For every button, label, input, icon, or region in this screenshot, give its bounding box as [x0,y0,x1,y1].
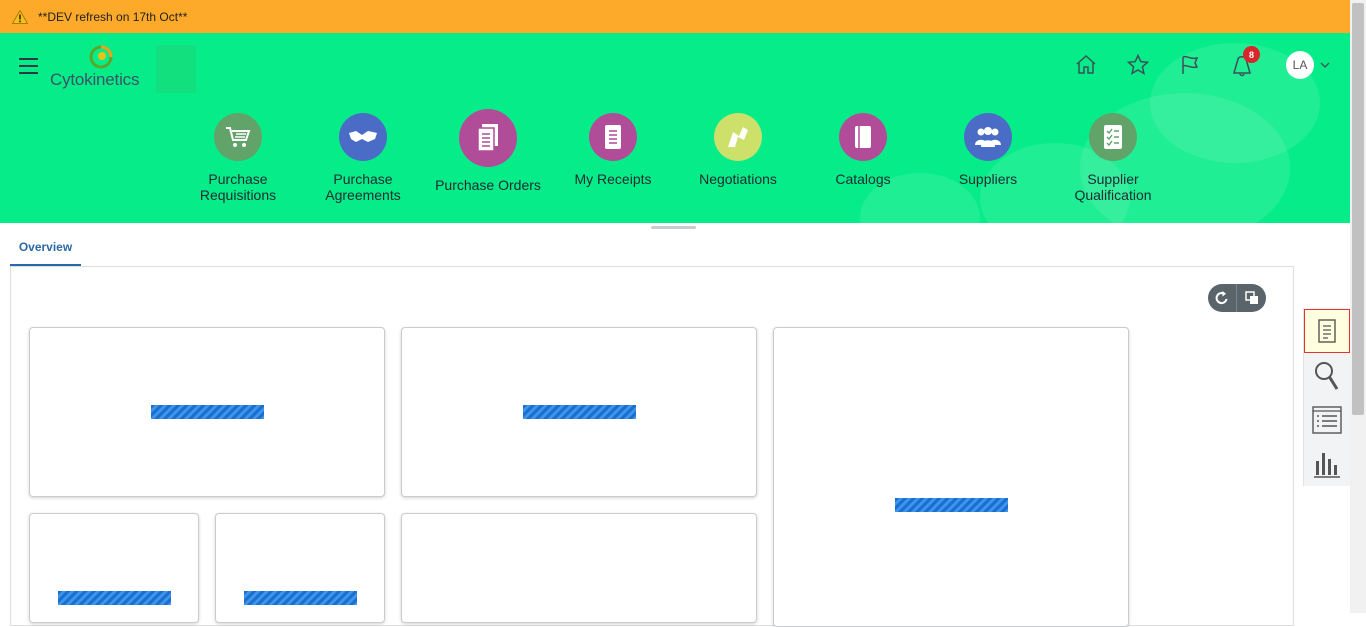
app-suppliers[interactable]: Suppliers [928,113,1048,187]
tasks-icon [1318,319,1336,343]
app-purchase-orders[interactable]: Purchase Orders [428,109,548,193]
bar-chart-icon [1314,453,1340,478]
documents-icon [459,109,517,167]
panel-toolbar [1208,284,1266,312]
app-purchase-agreements[interactable]: Purchase Agreements [303,113,423,203]
refresh-button[interactable] [1208,284,1237,312]
dev-banner: **DEV refresh on 17th Oct** [0,0,1350,33]
copy-button[interactable] [1237,284,1266,312]
people-icon [964,113,1012,161]
checklist-icon [1089,113,1137,161]
infolet-card[interactable] [773,327,1129,627]
chevron-down-icon[interactable] [1320,60,1330,70]
refresh-icon [1215,291,1228,305]
catalog-icon [839,113,887,161]
infolet-card[interactable] [29,513,199,623]
app-label: Negotiations [699,171,777,187]
infolet-card[interactable] [215,513,385,623]
app-purchase-requisitions[interactable]: Purchase Requisitions [178,113,298,203]
app-label: Purchase Orders [435,177,541,193]
tab-overview[interactable]: Overview [10,233,81,267]
receipt-icon [589,113,637,161]
app-label: Purchase Agreements [325,171,401,203]
springboard-header: Cytokinetics 8 LA Purchase Requisitions … [0,33,1350,223]
loading-indicator [895,498,1008,512]
app-label: Purchase Requisitions [199,171,277,203]
app-my-receipts[interactable]: My Receipts [553,113,673,187]
loading-indicator [523,405,636,419]
app-negotiations[interactable]: Negotiations [678,113,798,187]
global-header-icons: 8 LA [1046,46,1330,79]
scrollbar-thumb[interactable] [1352,3,1364,415]
negotiation-icon [714,113,762,161]
infolet-card[interactable] [401,327,757,497]
analytics-button[interactable] [1304,442,1350,486]
navigator-menu-button[interactable] [19,58,38,74]
brand-name: Cytokinetics [50,70,140,89]
loading-indicator [244,591,357,605]
list-icon [1312,406,1342,434]
app-label: My Receipts [574,171,652,187]
app-label: Supplier Qualification [1074,171,1152,203]
notifications-button[interactable]: 8 [1230,46,1260,77]
loading-indicator [151,405,264,419]
user-avatar[interactable]: LA [1286,51,1314,79]
collapse-handle[interactable] [651,226,696,229]
handshake-icon [339,113,387,161]
watchlist-flag-icon[interactable] [1178,53,1202,77]
app-supplier-qualification[interactable]: Supplier Qualification [1053,113,1173,203]
side-panel-rail [1303,308,1350,486]
home-icon[interactable] [1074,53,1098,77]
infolet-card[interactable] [401,513,757,623]
loading-indicator [58,591,171,605]
tasks-button[interactable] [1304,309,1350,353]
search-button[interactable] [1304,354,1350,398]
favorites-star-icon[interactable] [1126,53,1150,77]
infolet-card[interactable] [29,327,385,497]
logo-mark-icon [89,45,113,69]
page-scrollbar[interactable] [1350,0,1366,613]
banner-text: **DEV refresh on 17th Oct** [38,9,188,24]
copy-icon [1244,291,1258,304]
app-label: Suppliers [958,171,1018,187]
list-button[interactable] [1304,398,1350,442]
notification-count-badge: 8 [1243,46,1260,63]
app-label: Catalogs [835,171,891,187]
warning-icon [12,9,28,24]
company-logo[interactable]: Cytokinetics [50,43,200,93]
app-catalogs[interactable]: Catalogs [803,113,923,187]
shopping-cart-icon [214,113,262,161]
search-icon [1315,362,1339,390]
